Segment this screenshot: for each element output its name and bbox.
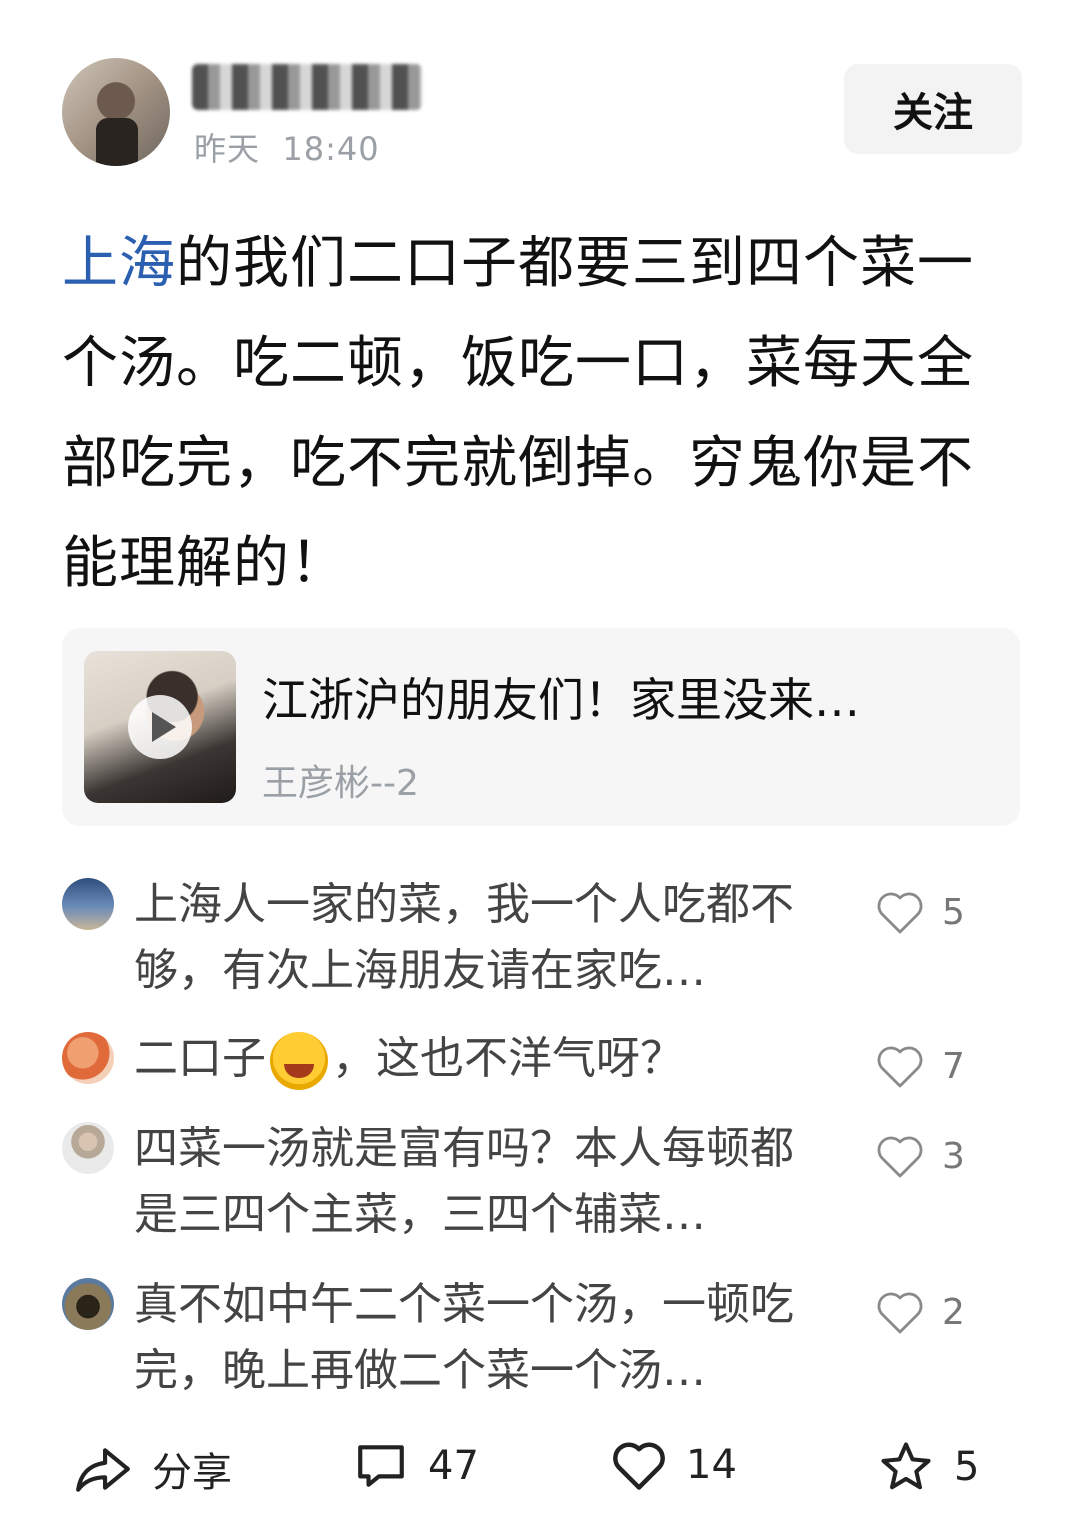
heart-icon [613,1442,665,1490]
share-icon [76,1448,130,1492]
favorite-count: 5 [954,1444,980,1490]
star-icon [881,1442,931,1490]
post-header: 昨天 18:40 关注 [62,58,1022,168]
comment-like-count: 2 [942,1291,965,1333]
comment-text: 二口子 ，这也不洋气呀？ [134,1026,814,1092]
comment-like-count: 7 [942,1045,965,1087]
commenter-avatar[interactable] [62,1122,114,1174]
comment-icon [358,1445,404,1487]
comment-button[interactable]: 47 [354,1440,479,1492]
post-body-text: 的我们二口子都要三到四个菜一个汤。吃二顿，饭吃一口，菜每天全部吃完，吃不完就倒掉… [62,231,974,596]
video-card[interactable]: 江浙沪的朋友们！家里没来… 王彦彬--2 [62,628,1020,826]
comment-like[interactable]: 2 [876,1290,965,1334]
video-thumbnail[interactable] [84,651,236,803]
author-avatar[interactable] [62,58,170,166]
comment-like[interactable]: 7 [876,1044,965,1088]
comment-text: 上海人一家的菜，我一个人吃都不够，有次上海朋友请在家吃… [134,879,794,996]
comment-count: 47 [428,1443,479,1489]
commenter-avatar[interactable] [62,1032,114,1084]
follow-button[interactable]: 关注 [844,64,1022,154]
comment-like[interactable]: 3 [876,1134,965,1178]
comment-like-count: 5 [942,891,965,933]
post-body: 上海的我们二口子都要三到四个菜一个汤。吃二顿，饭吃一口，菜每天全部吃完，吃不完就… [62,214,1022,614]
video-author[interactable]: 王彦彬--2 [262,754,419,806]
comment-like[interactable]: 5 [876,890,965,934]
heart-icon[interactable] [876,1290,924,1334]
video-title[interactable]: 江浙沪的朋友们！家里没来… [262,664,860,730]
like-button[interactable]: 14 [612,1440,737,1490]
comment-like-count: 3 [942,1135,965,1177]
share-label: 分享 [152,1450,232,1496]
commenter-avatar[interactable] [62,878,114,930]
comment-text: 真不如中午二个菜一个汤，一顿吃完，晚上再做二个菜一个汤… [134,1279,794,1396]
heart-icon[interactable] [876,1134,924,1178]
comment-text: 四菜一汤就是富有吗？本人每顿都是三四个主菜，三四个辅菜… [134,1123,794,1240]
topic-link[interactable]: 上海 [62,231,176,296]
heart-icon[interactable] [876,1044,924,1088]
author-name-blurred[interactable] [192,64,422,110]
play-icon[interactable] [128,695,192,759]
post-timestamp: 昨天 18:40 [194,130,380,168]
share-button[interactable]: 分享 [74,1440,232,1498]
commenter-avatar[interactable] [62,1278,114,1330]
action-bar: 分享 47 14 5 [62,1440,1022,1510]
heart-icon[interactable] [876,890,924,934]
favorite-button[interactable]: 5 [878,1440,979,1494]
laughing-crying-emoji-icon [270,1032,328,1090]
like-count: 14 [686,1442,737,1488]
